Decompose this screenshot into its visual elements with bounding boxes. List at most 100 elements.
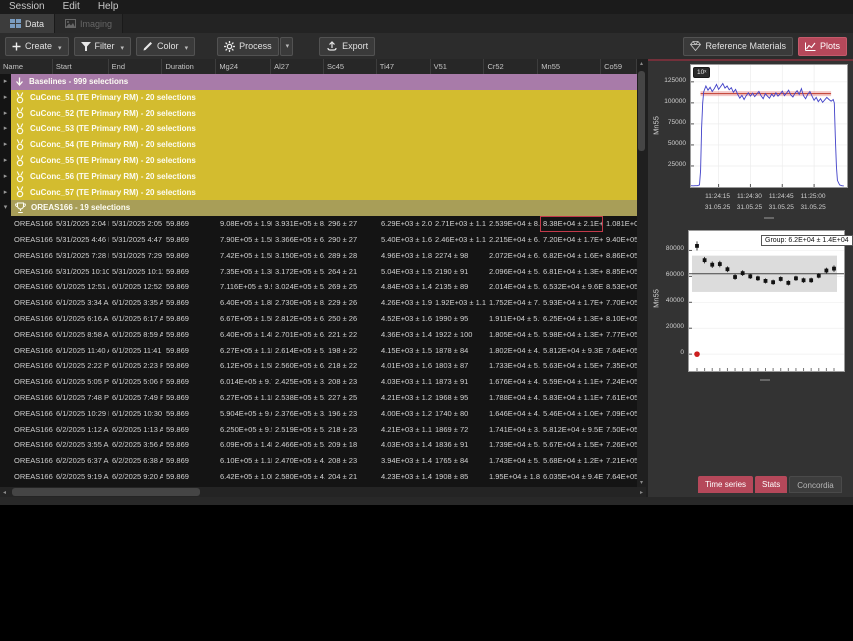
cell-v51[interactable]: 1968 ± 95 [432, 390, 486, 406]
cell-mn55[interactable]: 6.25E+04 ± 1.3E+… [540, 311, 603, 327]
cell-start[interactable]: 6/1/2025 7:48 PM [53, 390, 109, 406]
cell-name[interactable]: OREAS166 [0, 374, 53, 390]
scroll-up-arrow-icon[interactable]: ▴ [637, 60, 646, 67]
cell-mg24[interactable]: 6.67E+05 ± 1.5E+… [217, 311, 272, 327]
cell-ti47[interactable]: 4.03E+03 ± 1.4E+… [378, 437, 432, 453]
cell-sc45[interactable]: 218 ± 23 [325, 422, 378, 438]
column-header-co59[interactable]: Co59 [601, 59, 637, 74]
cell-ti47[interactable]: 5.40E+03 ± 1.6E+… [378, 232, 432, 248]
cell-mn55[interactable]: 5.63E+04 ± 1.5E+… [540, 358, 603, 374]
log-scale-button[interactable]: 10ˣ [693, 67, 710, 78]
expand-arrow-icon[interactable]: ▸ [0, 106, 11, 122]
cell-al27[interactable]: 2.519E+05 ± 5.5E… [272, 422, 325, 438]
cell-v51[interactable]: 1873 ± 91 [432, 374, 486, 390]
cell-al27[interactable]: 3.024E+05 ± 5.0E… [272, 279, 325, 295]
cell-co59[interactable]: 8.86E+05 ± 2.1… [603, 248, 637, 264]
cell-cr52[interactable]: 1.788E+04 ± 4.0E… [486, 390, 540, 406]
export-button[interactable]: Export [319, 37, 375, 56]
cell-duration[interactable]: 59.869 [163, 327, 217, 343]
cell-sc45[interactable]: 269 ± 25 [325, 279, 378, 295]
cell-co59[interactable]: 9.40E+05 ± 2.4… [603, 232, 637, 248]
column-header-mg24[interactable]: Mg24 [216, 59, 271, 74]
group-row[interactable]: ▸CuConc_53 (TE Primary RM) - 20 selectio… [0, 121, 637, 137]
cell-start[interactable]: 6/1/2025 10:29 PM [53, 406, 109, 422]
cell-al27[interactable]: 3.172E+05 ± 5.7E… [272, 264, 325, 280]
cell-duration[interactable]: 59.869 [163, 358, 217, 374]
expand-arrow-icon[interactable]: ▸ [0, 153, 11, 169]
cell-cr52[interactable]: 1.733E+04 ± 5.0E… [486, 358, 540, 374]
expand-arrow-icon[interactable]: ▸ [0, 74, 11, 90]
cell-sc45[interactable]: 198 ± 22 [325, 343, 378, 359]
cell-ti47[interactable]: 6.29E+03 ± 2.0E+… [378, 216, 432, 232]
cell-end[interactable]: 5/31/2025 4:47 PM [109, 232, 163, 248]
cell-sc45[interactable]: 250 ± 26 [325, 311, 378, 327]
cell-mn55[interactable]: 7.20E+04 ± 1.7E+… [540, 232, 603, 248]
cell-name[interactable]: OREAS166 [0, 232, 53, 248]
cell-al27[interactable]: 2.470E+05 ± 4.7E… [272, 453, 325, 469]
cell-sc45[interactable]: 209 ± 18 [325, 437, 378, 453]
table-row[interactable]: OREAS1666/1/2025 8:58 AM6/1/2025 8:59 AM… [0, 327, 637, 343]
expand-arrow-icon[interactable]: ▸ [0, 137, 11, 153]
cell-v51[interactable]: 1836 ± 91 [432, 437, 486, 453]
cell-start[interactable]: 5/31/2025 10:10 … [53, 264, 109, 280]
column-header-v51[interactable]: V51 [431, 59, 485, 74]
cell-mn55[interactable]: 6.532E+04 ± 9.6E… [540, 279, 603, 295]
cell-name[interactable]: OREAS166 [0, 390, 53, 406]
table-row[interactable]: OREAS1665/31/2025 2:04 PM5/31/2025 2:05 … [0, 216, 637, 232]
cell-sc45[interactable]: 196 ± 23 [325, 406, 378, 422]
cell-v51[interactable]: 1765 ± 84 [432, 453, 486, 469]
cell-mg24[interactable]: 6.014E+05 ± 9.7E… [217, 374, 272, 390]
cell-mg24[interactable]: 6.40E+05 ± 1.8E+… [217, 295, 272, 311]
cell-cr52[interactable]: 1.739E+04 ± 5.0E… [486, 437, 540, 453]
cell-mn55[interactable]: 5.98E+04 ± 1.3E+… [540, 327, 603, 343]
cell-sc45[interactable]: 296 ± 27 [325, 216, 378, 232]
column-header-sc45[interactable]: Sc45 [324, 59, 377, 74]
cell-v51[interactable]: 2190 ± 91 [432, 264, 486, 280]
column-header-ti47[interactable]: Ti47 [377, 59, 431, 74]
cell-end[interactable]: 5/31/2025 2:05 PM [109, 216, 163, 232]
cell-ti47[interactable]: 4.03E+03 ± 1.1E+… [378, 374, 432, 390]
cell-duration[interactable]: 59.869 [163, 343, 217, 359]
tab-stats[interactable]: Stats [755, 476, 787, 493]
table-vertical-scrollbar[interactable]: ▴ ▾ [637, 59, 646, 487]
cell-mg24[interactable]: 9.08E+05 ± 1.9E+… [217, 216, 272, 232]
table-row[interactable]: OREAS1665/31/2025 4:46 PM5/31/2025 4:47 … [0, 232, 637, 248]
cell-cr52[interactable]: 1.741E+04 ± 3.4E… [486, 422, 540, 438]
cell-duration[interactable]: 59.869 [163, 279, 217, 295]
cell-co59[interactable]: 8.85E+05 ± 1.6… [603, 264, 637, 280]
cell-end[interactable]: 6/1/2025 11:41 AM [109, 343, 163, 359]
cell-mg24[interactable]: 6.12E+05 ± 1.5E+… [217, 358, 272, 374]
cell-ti47[interactable]: 4.26E+03 ± 1.9E+… [378, 295, 432, 311]
cell-mg24[interactable]: 5.904E+05 ± 9.0E… [217, 406, 272, 422]
cell-co59[interactable]: 8.10E+05 ± 1.6… [603, 311, 637, 327]
cell-end[interactable]: 6/2/2025 9:20 AM [109, 469, 163, 485]
cell-cr52[interactable]: 2.215E+04 ± 6.0E… [486, 232, 540, 248]
table-row[interactable]: OREAS1666/1/2025 10:29 PM6/1/2025 10:30 … [0, 406, 637, 422]
cell-name[interactable]: OREAS166 [0, 358, 53, 374]
column-header-duration[interactable]: Duration [162, 59, 216, 74]
cell-start[interactable]: 6/1/2025 11:40 AM [53, 343, 109, 359]
cell-mn55[interactable]: 5.812E+04 ± 9.3E… [540, 343, 603, 359]
cell-al27[interactable]: 2.580E+05 ± 4.3E… [272, 469, 325, 485]
cell-mn55[interactable]: 5.68E+04 ± 1.2E+… [540, 453, 603, 469]
cell-v51[interactable]: 2135 ± 89 [432, 279, 486, 295]
cell-ti47[interactable]: 4.00E+03 ± 1.2E+… [378, 406, 432, 422]
cell-sc45[interactable]: 227 ± 25 [325, 390, 378, 406]
scroll-left-arrow-icon[interactable]: ◂ [0, 489, 9, 496]
cell-v51[interactable]: 1740 ± 80 [432, 406, 486, 422]
group-row[interactable]: ▸CuConc_57 (TE Primary RM) - 20 selectio… [0, 185, 637, 201]
group-row[interactable]: ▾OREAS166 - 19 selections [0, 200, 637, 216]
cell-mg24[interactable]: 6.10E+05 ± 1.1E+… [217, 453, 272, 469]
cell-mg24[interactable]: 7.116E+05 ± 9.9E… [217, 279, 272, 295]
timeseries-chart[interactable] [690, 64, 848, 188]
cell-mn55[interactable]: 8.38E+04 ± 2.1E+… [540, 216, 603, 232]
cell-co59[interactable]: 7.64E+05 ± 1.3… [603, 469, 637, 485]
cell-al27[interactable]: 2.730E+05 ± 8.4E… [272, 295, 325, 311]
cell-mn55[interactable]: 6.81E+04 ± 1.3E+… [540, 264, 603, 280]
process-dropdown-button[interactable]: ▾ [280, 37, 294, 56]
cell-al27[interactable]: 2.376E+05 ± 3.3E… [272, 406, 325, 422]
tab-data[interactable]: Data [0, 14, 55, 33]
collapse-arrow-icon[interactable]: ▾ [0, 200, 11, 216]
cell-end[interactable]: 6/1/2025 3:35 AM [109, 295, 163, 311]
cell-v51[interactable]: 1908 ± 85 [432, 469, 486, 485]
